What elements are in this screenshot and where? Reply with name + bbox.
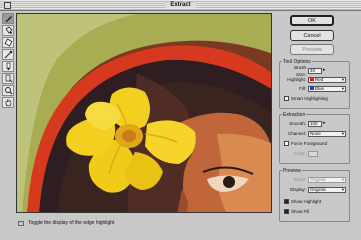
force-foreground-label: Force Foreground <box>291 141 328 146</box>
hand-icon[interactable] <box>2 97 14 108</box>
eyedropper-icon[interactable] <box>2 49 14 60</box>
brush-size-arrow-icon[interactable]: ▸ <box>323 67 326 74</box>
tool-palette <box>1 12 15 108</box>
channel-label: Channel: <box>287 131 306 136</box>
display-label: Display: <box>289 187 306 192</box>
brush-size-field[interactable]: 40 <box>308 67 322 74</box>
edge-touchup-icon[interactable] <box>2 73 14 84</box>
fill-select[interactable]: Blue ▾ <box>308 85 346 92</box>
smooth-arrow-icon[interactable]: ▸ <box>323 120 326 127</box>
chevron-down-icon: ▾ <box>341 187 344 192</box>
display-value: Original <box>310 187 326 192</box>
channel-value: None <box>310 131 321 136</box>
cancel-button[interactable]: Cancel <box>290 30 334 41</box>
ok-button[interactable]: OK <box>290 15 334 26</box>
chevron-down-icon: ▾ <box>341 77 344 82</box>
highlight-select[interactable]: Red ▾ <box>308 76 346 83</box>
fill-icon[interactable] <box>2 25 14 36</box>
display-select[interactable]: Original ▾ <box>308 186 346 193</box>
status-bar: Toggle the display of the edge highlight <box>16 219 272 228</box>
smart-highlighting-label: Smart Highlighting <box>291 96 328 101</box>
image-preview[interactable] <box>16 13 272 213</box>
show-fill-checkbox[interactable] <box>284 209 289 214</box>
show-select[interactable]: Original ▾ <box>308 176 346 183</box>
title-bar: Extract <box>0 0 361 11</box>
chevron-down-icon: ▾ <box>341 86 344 91</box>
fill-swatch <box>310 86 314 90</box>
color-label: Color: <box>293 151 306 156</box>
fill-value: Blue <box>315 86 325 91</box>
brush-size-value: 40 <box>310 68 316 73</box>
fill-label: Fill: <box>299 86 306 91</box>
preview-legend: Preview <box>282 168 302 174</box>
status-text: Toggle the display of the edge highlight <box>28 220 115 226</box>
show-fill-label: Show Fill <box>291 209 310 214</box>
chevron-down-icon: ▾ <box>341 177 344 182</box>
show-value: Original <box>310 177 326 182</box>
eraser-icon[interactable] <box>2 37 14 48</box>
channel-select[interactable]: None ▾ <box>308 130 346 137</box>
smart-highlighting-checkbox[interactable] <box>284 96 289 101</box>
extraction-group: Extraction Smooth: 100 ▸ Channel: None ▾… <box>279 112 350 164</box>
chevron-down-icon: ▾ <box>341 131 344 136</box>
preview-button[interactable]: Preview <box>290 44 334 55</box>
show-highlight-label: Show Highlight <box>291 199 322 204</box>
smooth-label: Smooth: <box>289 121 306 126</box>
highlight-swatch <box>310 77 314 81</box>
color-swatch[interactable] <box>308 150 318 157</box>
zoom-indicator <box>18 221 24 226</box>
window-title: Extract <box>0 1 361 10</box>
extraction-legend: Extraction <box>282 112 307 118</box>
edge-highlighter-icon[interactable] <box>2 13 14 24</box>
tool-options-group: Tool Options Brush Size: 40 ▸ Highlight:… <box>279 59 350 109</box>
smooth-field[interactable]: 100 <box>308 120 322 127</box>
show-highlight-checkbox[interactable] <box>284 199 289 204</box>
highlight-value: Red <box>315 77 324 82</box>
show-label: Show: <box>293 177 306 182</box>
zoom-icon[interactable] <box>2 85 14 96</box>
preview-group: Preview Show: Original ▾ Display: Origin… <box>279 168 350 222</box>
highlight-label: Highlight: <box>287 77 306 82</box>
smooth-value: 100 <box>310 121 318 126</box>
force-foreground-checkbox[interactable] <box>284 141 289 146</box>
cleanup-icon[interactable] <box>2 61 14 72</box>
photo-preview <box>17 14 271 212</box>
